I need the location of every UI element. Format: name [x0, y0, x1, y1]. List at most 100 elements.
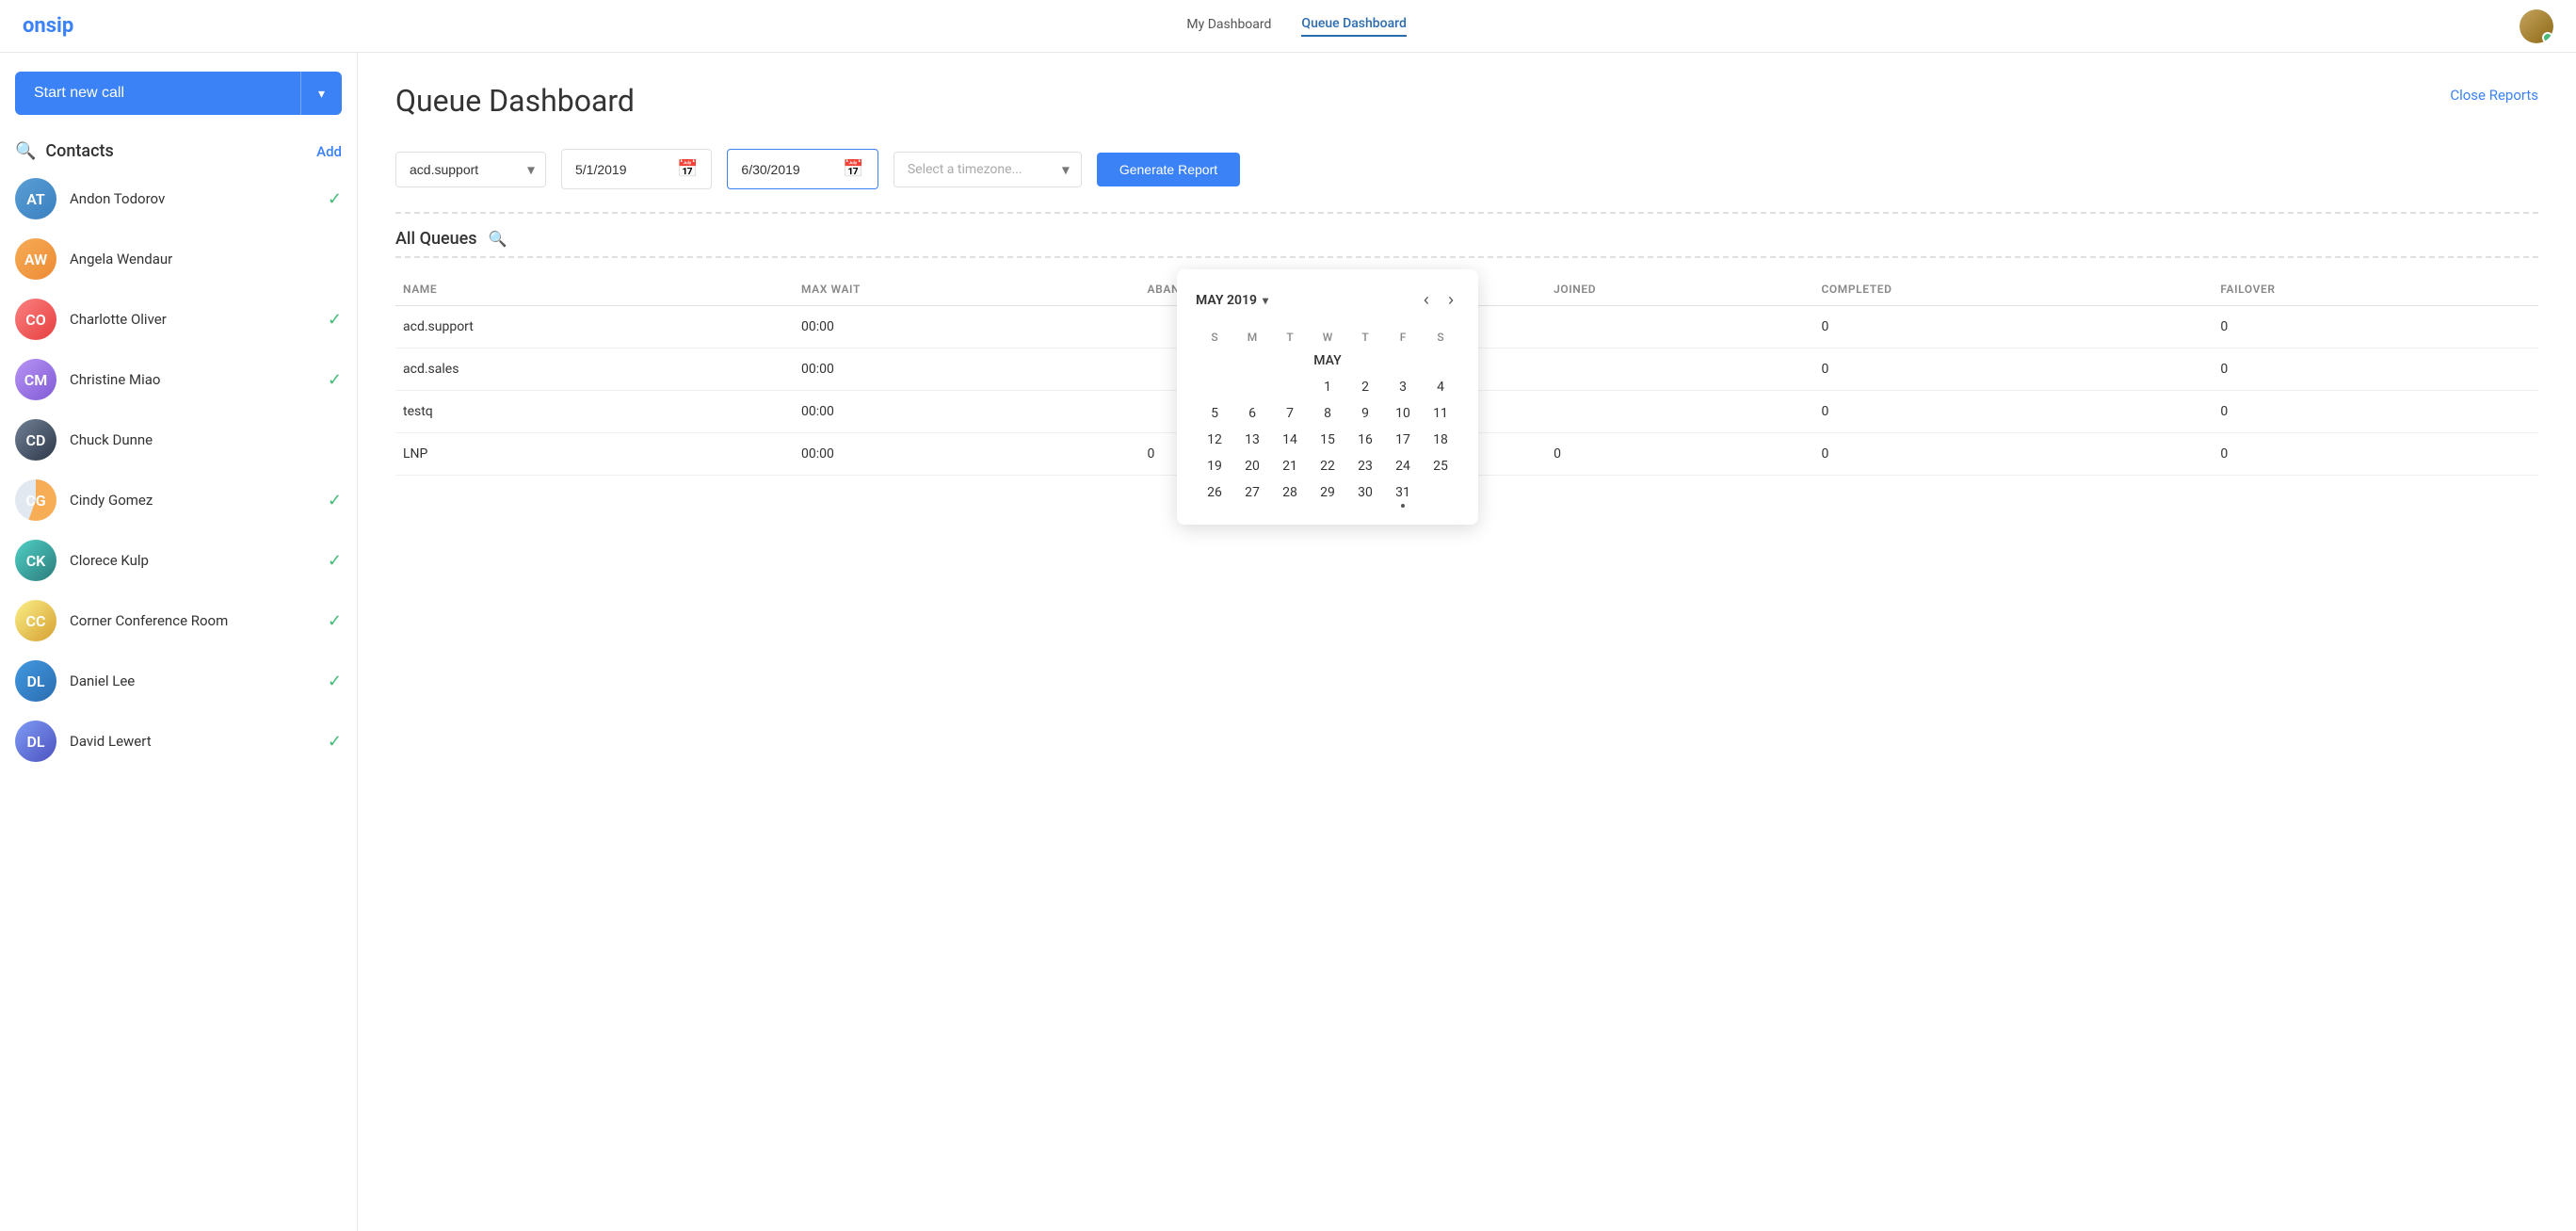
table-cell: testq: [395, 391, 794, 433]
calendar-day: [1271, 374, 1309, 400]
calendar-nav: ‹ ›: [1418, 288, 1459, 312]
list-item[interactable]: CDChuck Dunne: [0, 410, 357, 470]
avatar: CM: [15, 359, 56, 400]
start-call-dropdown-button[interactable]: ▾: [300, 72, 342, 115]
calendar-day[interactable]: 29: [1309, 479, 1346, 506]
table-cell: acd.sales: [395, 348, 794, 391]
contact-name: Chuck Dunne: [70, 431, 342, 448]
logo: onsip: [23, 14, 73, 38]
list-item[interactable]: COCharlotte Oliver✓: [0, 289, 357, 349]
start-date-input[interactable]: 5/1/2019: [575, 162, 669, 177]
table-cell: 0: [2213, 433, 2538, 476]
calendar-day[interactable]: 17: [1384, 427, 1422, 453]
contact-name: Charlotte Oliver: [70, 311, 314, 328]
calendar-month-title[interactable]: MAY 2019: [1196, 293, 1268, 308]
avatar-online-badge: [2542, 32, 2553, 43]
calendar-popup: MAY 2019 ‹ › SMTWTFS MAY1234567891011121…: [1177, 269, 1478, 525]
avatar[interactable]: [2520, 9, 2553, 43]
calendar-day[interactable]: 1: [1309, 374, 1346, 400]
calendar-day[interactable]: 19: [1196, 453, 1233, 479]
list-item[interactable]: CGCindy Gomez✓: [0, 470, 357, 530]
nav-my-dashboard[interactable]: My Dashboard: [1186, 17, 1271, 36]
calendar-day[interactable]: 7: [1271, 400, 1309, 427]
timezone-select-wrapper[interactable]: Select a timezone...: [894, 152, 1082, 187]
calendar-day[interactable]: 21: [1271, 453, 1309, 479]
calendar-grid-head: SMTWTFS: [1196, 327, 1459, 348]
table-cell: 00:00: [794, 391, 1140, 433]
generate-report-button[interactable]: Generate Report: [1097, 153, 1240, 186]
calendar-day[interactable]: 4: [1422, 374, 1459, 400]
calendar-day[interactable]: 24: [1384, 453, 1422, 479]
avatar: CK: [15, 540, 56, 581]
calendar-prev-button[interactable]: ‹: [1418, 288, 1435, 312]
table-cell: 0: [1813, 391, 2213, 433]
list-item[interactable]: AWAngela Wendaur: [0, 229, 357, 289]
calendar-day[interactable]: 8: [1309, 400, 1346, 427]
calendar-day[interactable]: 22: [1309, 453, 1346, 479]
calendar-day[interactable]: 3: [1384, 374, 1422, 400]
nav-queue-dashboard[interactable]: Queue Dashboard: [1301, 16, 1406, 37]
calendar-day[interactable]: 15: [1309, 427, 1346, 453]
table-cell: 0: [1813, 348, 2213, 391]
list-item[interactable]: CCCorner Conference Room✓: [0, 591, 357, 651]
calendar-day[interactable]: 11: [1422, 400, 1459, 427]
calendar-day[interactable]: 2: [1346, 374, 1384, 400]
queue-section-header: All Queues 🔍: [395, 229, 2538, 258]
list-item[interactable]: DLDavid Lewert✓: [0, 711, 357, 771]
list-item[interactable]: CKClorece Kulp✓: [0, 530, 357, 591]
start-date-calendar-icon[interactable]: 📅: [677, 159, 698, 179]
calendar-day[interactable]: 18: [1422, 427, 1459, 453]
list-item[interactable]: ATAndon Todorov✓: [0, 169, 357, 229]
calendar-day[interactable]: 20: [1233, 453, 1271, 479]
contact-online-status: ✓: [328, 370, 342, 390]
calendar-day[interactable]: 31: [1384, 479, 1422, 506]
contact-list: ATAndon Todorov✓AWAngela WendaurCOCharlo…: [0, 169, 357, 771]
end-date-calendar-icon[interactable]: 📅: [843, 159, 863, 179]
calendar-day[interactable]: 25: [1422, 453, 1459, 479]
contact-online-status: ✓: [328, 732, 342, 752]
end-date-input[interactable]: 6/30/2019: [741, 162, 835, 177]
add-contact-button[interactable]: Add: [316, 143, 342, 160]
table-cell: [1546, 348, 1813, 391]
calendar-day[interactable]: 12: [1196, 427, 1233, 453]
calendar-day[interactable]: 6: [1233, 400, 1271, 427]
table-cell: 0: [2213, 348, 2538, 391]
calendar-day[interactable]: 27: [1233, 479, 1271, 506]
header: onsip My Dashboard Queue Dashboard: [0, 0, 2576, 53]
start-date-picker[interactable]: 5/1/2019 📅: [561, 149, 712, 189]
calendar-day[interactable]: 28: [1271, 479, 1309, 506]
calendar-day-header: S: [1196, 327, 1233, 348]
calendar-day[interactable]: 13: [1233, 427, 1271, 453]
calendar-day[interactable]: 9: [1346, 400, 1384, 427]
contact-name: Andon Todorov: [70, 190, 314, 207]
start-call-button[interactable]: Start new call: [15, 72, 300, 115]
table-cell: 0: [1813, 306, 2213, 348]
list-item[interactable]: CMChristine Miao✓: [0, 349, 357, 410]
calendar-week-row: 19202122232425: [1196, 453, 1459, 479]
calendar-day[interactable]: 14: [1271, 427, 1309, 453]
calendar-day-header: F: [1384, 327, 1422, 348]
close-reports-button[interactable]: Close Reports: [2450, 87, 2538, 104]
calendar-day[interactable]: 23: [1346, 453, 1384, 479]
calendar-next-button[interactable]: ›: [1442, 288, 1459, 312]
calendar-day[interactable]: 16: [1346, 427, 1384, 453]
end-date-picker[interactable]: 6/30/2019 📅: [727, 149, 877, 189]
calendar-day: [1422, 479, 1459, 506]
contacts-header: 🔍 Contacts Add: [0, 126, 357, 169]
table-cell: 0: [1813, 433, 2213, 476]
table-column-header: NAME: [395, 273, 794, 306]
start-call-container: Start new call ▾: [15, 72, 342, 115]
contacts-title: Contacts: [45, 141, 113, 161]
calendar-day[interactable]: 26: [1196, 479, 1233, 506]
table-cell: 00:00: [794, 348, 1140, 391]
calendar-day[interactable]: 30: [1346, 479, 1384, 506]
page-title: Queue Dashboard: [395, 83, 2538, 119]
calendar-day[interactable]: 10: [1384, 400, 1422, 427]
list-item[interactable]: DLDaniel Lee✓: [0, 651, 357, 711]
contacts-search-icon[interactable]: 🔍: [15, 141, 36, 161]
sidebar: Start new call ▾ 🔍 Contacts Add ATAndon …: [0, 53, 358, 1231]
calendar-day-header: T: [1271, 327, 1309, 348]
queue-search-icon[interactable]: 🔍: [489, 230, 507, 248]
calendar-day[interactable]: 5: [1196, 400, 1233, 427]
queue-select[interactable]: acd.support: [395, 152, 546, 187]
